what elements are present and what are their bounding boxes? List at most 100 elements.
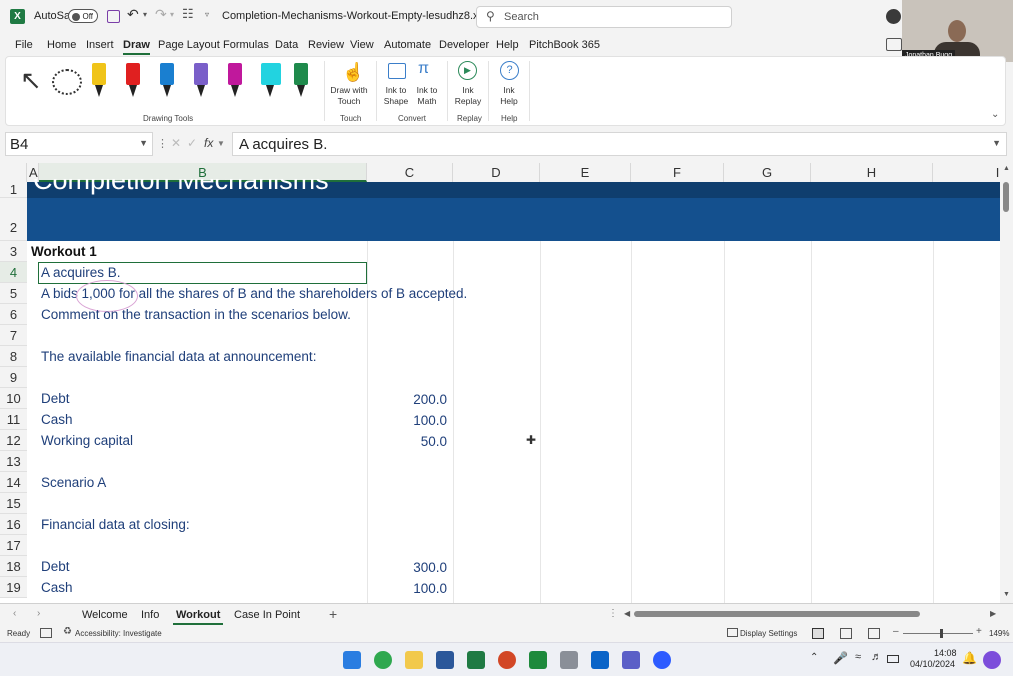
tab-view[interactable]: View	[350, 39, 374, 51]
lasso-select-icon[interactable]	[52, 69, 82, 95]
comments-icon[interactable]	[886, 38, 902, 51]
file-explorer-icon[interactable]	[405, 651, 423, 669]
accessibility-status[interactable]: Accessibility: Investigate	[75, 629, 162, 638]
row-header-14[interactable]: 14	[0, 472, 27, 493]
zoom-level[interactable]: 149%	[989, 629, 1009, 638]
pen-red-icon[interactable]	[126, 63, 140, 97]
tab-page-layout[interactable]: Page Layout	[158, 39, 220, 51]
draw-with-touch-icon[interactable]: ☝	[342, 62, 364, 83]
zoom-out-icon[interactable]: –	[893, 626, 899, 637]
microphone-icon[interactable]: 🎤	[833, 651, 848, 665]
insert-function-icon[interactable]: fx	[204, 136, 213, 150]
ribbon-collapse-icon[interactable]: ⌄	[991, 109, 999, 120]
cell-c18[interactable]: 300.0	[367, 560, 447, 575]
zoom-in-icon[interactable]: +	[976, 626, 982, 637]
row-header-16[interactable]: 16	[0, 514, 27, 535]
draw-with-touch-button[interactable]: Draw with Touch	[328, 85, 370, 107]
taskbar-date[interactable]: 04/10/2024	[910, 659, 955, 669]
column-header-i[interactable]: I	[933, 163, 1000, 182]
zoom-slider[interactable]	[903, 633, 973, 634]
account-avatar[interactable]	[886, 9, 901, 24]
normal-view-icon[interactable]	[812, 628, 824, 639]
tab-automate[interactable]: Automate	[384, 39, 431, 51]
tab-insert[interactable]: Insert	[86, 39, 114, 51]
row-header-4[interactable]: 4	[0, 262, 27, 283]
page-break-view-icon[interactable]	[868, 628, 880, 639]
column-header-g[interactable]: G	[724, 163, 811, 182]
cell-b6[interactable]: Comment on the transaction in the scenar…	[41, 307, 351, 322]
cell-b16[interactable]: Financial data at closing:	[41, 517, 190, 532]
horizontal-scroll-thumb[interactable]	[634, 611, 920, 617]
row-header-15[interactable]: 15	[0, 493, 27, 514]
ink-to-shape-icon[interactable]	[388, 63, 406, 79]
chevron-down-icon[interactable]: ▼	[139, 138, 148, 148]
cell-c19[interactable]: 100.0	[367, 581, 447, 596]
zoom-slider-thumb[interactable]	[940, 629, 943, 638]
spreadsheet-grid[interactable]: A B C D E F G H I Completion Mechanisms …	[0, 163, 1000, 603]
zoom-app-icon[interactable]	[653, 651, 671, 669]
cell-b10[interactable]: Debt	[41, 391, 70, 406]
row-header-17[interactable]: 17	[0, 535, 27, 556]
battery-icon[interactable]	[887, 655, 899, 663]
cell-c10[interactable]: 200.0	[367, 392, 447, 407]
volume-icon[interactable]: ♬	[871, 651, 882, 663]
tab-draw[interactable]: Draw	[123, 39, 150, 55]
calculator-icon[interactable]	[560, 651, 578, 669]
sheet-tab-info[interactable]: Info	[141, 609, 159, 621]
ink-to-math-button[interactable]: Ink to Math	[412, 85, 442, 107]
column-header-e[interactable]: E	[540, 163, 631, 182]
teams-icon[interactable]	[622, 651, 640, 669]
row-header-6[interactable]: 6	[0, 304, 27, 325]
row-header-9[interactable]: 9	[0, 367, 27, 388]
display-settings-icon[interactable]	[727, 628, 738, 637]
undo-dropdown-icon[interactable]: ▾	[143, 10, 147, 19]
row-header-2[interactable]: 2	[0, 198, 27, 241]
scroll-up-icon[interactable]: ▲	[1003, 165, 1010, 172]
powerpoint-icon[interactable]	[498, 651, 516, 669]
prev-sheet-icon[interactable]: ‹	[13, 608, 16, 619]
save-icon[interactable]	[107, 10, 120, 23]
pen-galaxy-icon[interactable]	[194, 63, 208, 97]
pen-green-icon[interactable]	[294, 63, 308, 97]
highlighter-cyan-icon[interactable]	[261, 63, 281, 97]
select-pointer-icon[interactable]: ↖	[20, 65, 42, 96]
hscroll-right-icon[interactable]: ▶	[990, 609, 996, 618]
pen-blue-icon[interactable]	[160, 63, 174, 97]
tab-formulas[interactable]: Formulas	[223, 39, 269, 51]
row-header-13[interactable]: 13	[0, 451, 27, 472]
cancel-icon[interactable]: ✕	[171, 136, 181, 150]
tab-pitchbook[interactable]: PitchBook 365	[529, 39, 600, 51]
name-box[interactable]: B4 ▼	[5, 132, 153, 156]
column-header-c[interactable]: C	[367, 163, 453, 182]
taskbar-time[interactable]: 14:08	[934, 648, 957, 658]
ink-replay-icon[interactable]: ▶	[458, 61, 477, 80]
add-sheet-icon[interactable]: +	[329, 606, 337, 622]
cell-c12[interactable]: 50.0	[367, 434, 447, 449]
row-header-8[interactable]: 8	[0, 346, 27, 367]
windows-start-icon[interactable]	[343, 651, 361, 669]
cell-b14[interactable]: Scenario A	[41, 475, 106, 490]
copilot-icon[interactable]	[983, 651, 1001, 669]
ink-help-icon[interactable]: ?	[500, 61, 519, 80]
tab-home[interactable]: Home	[47, 39, 76, 51]
ink-help-button[interactable]: Ink Help	[494, 85, 524, 107]
ink-to-math-icon[interactable]: π	[418, 60, 429, 78]
enter-icon[interactable]: ✓	[187, 136, 197, 150]
row-header-12[interactable]: 12	[0, 430, 27, 451]
tab-help[interactable]: Help	[496, 39, 519, 51]
sheet-tab-case-in-point[interactable]: Case In Point	[234, 609, 300, 621]
redo-dropdown-icon[interactable]: ▾	[170, 10, 174, 19]
customize-qat-icon[interactable]: ▿	[205, 10, 209, 19]
row-header-7[interactable]: 7	[0, 325, 27, 346]
vertical-scrollbar[interactable]: ▲ ▼	[1000, 163, 1013, 603]
row-header-1[interactable]: 1	[0, 182, 27, 198]
outlook-icon[interactable]	[591, 651, 609, 669]
fx-dropdown-icon[interactable]: ▼	[217, 139, 225, 148]
expand-formula-icon[interactable]: ▼	[992, 138, 1001, 148]
tab-file[interactable]: File	[15, 39, 33, 51]
sheet-tab-workout[interactable]: Workout	[172, 609, 224, 625]
column-header-f[interactable]: F	[631, 163, 724, 182]
tray-chevron-icon[interactable]: ⌃	[810, 652, 818, 663]
tab-data[interactable]: Data	[275, 39, 298, 51]
row-header-11[interactable]: 11	[0, 409, 27, 430]
